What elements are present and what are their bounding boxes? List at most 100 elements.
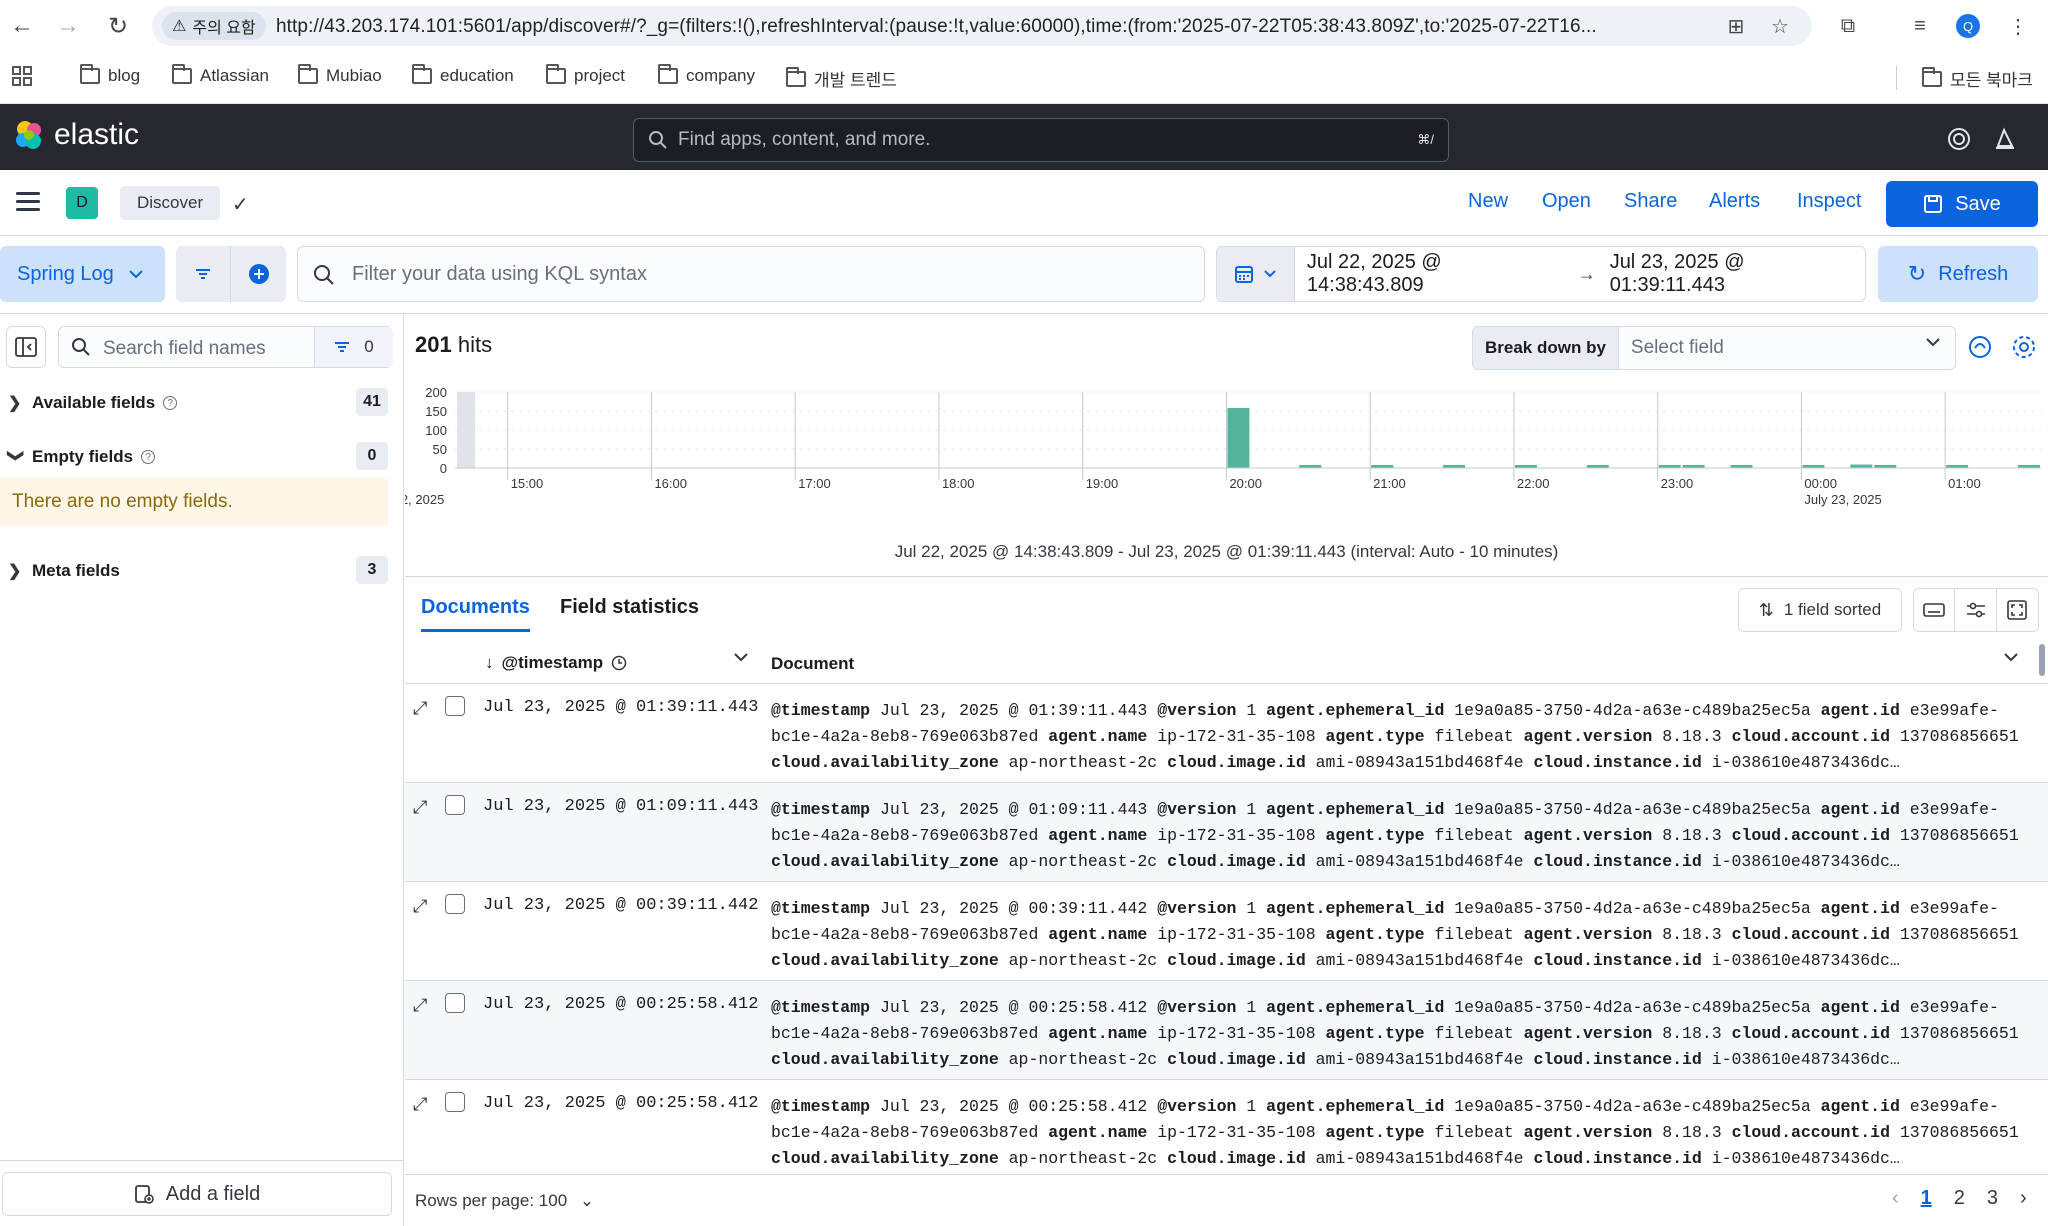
field-search-placeholder: Search field names (103, 338, 266, 359)
expand-document-icon[interactable]: ⤢ (413, 797, 427, 818)
histogram-chart[interactable]: 05010015020014:00July 22, 202515:0016:00… (405, 382, 2048, 542)
reload-icon[interactable]: ↻ (102, 10, 134, 42)
display-settings-icon[interactable] (1955, 589, 1997, 631)
row-document-summary: @timestamp Jul 23, 2025 @ 01:39:11.443 @… (771, 698, 2041, 778)
translate-icon[interactable]: ⊞ (1724, 14, 1748, 38)
bookmark-education[interactable]: education (412, 64, 514, 86)
chevron-down-icon[interactable] (2003, 652, 2019, 662)
security-warning-chip[interactable]: ⚠ 주의 요함 (162, 12, 266, 40)
expand-document-icon[interactable]: ⤢ (413, 995, 427, 1016)
field-key: cloud.image.id (1167, 852, 1306, 871)
newsfeed-icon[interactable] (1992, 126, 2018, 152)
add-filter-icon[interactable] (231, 246, 286, 302)
sort-fields-button[interactable]: ⇅ 1 field sorted (1738, 588, 1902, 632)
field-key: cloud.availability_zone (771, 951, 999, 970)
table-row[interactable]: ⤢ Jul 23, 2025 @ 01:39:11.443 @timestamp J… (405, 684, 2048, 783)
field-key: agent.id (1820, 998, 1900, 1017)
share-link[interactable]: Share (1624, 190, 1677, 213)
global-search-input[interactable]: Find apps, content, and more. ⌘/ (633, 118, 1449, 162)
row-checkbox[interactable] (445, 993, 465, 1013)
field-key: agent.version (1523, 826, 1653, 845)
address-bar[interactable]: ⚠ 주의 요함 http://43.203.174.101:5601/app/d… (152, 6, 1812, 46)
column-document-header[interactable]: Document (771, 654, 854, 674)
expand-document-icon[interactable]: ⤢ (413, 1094, 427, 1115)
table-row[interactable]: ⤢ Jul 23, 2025 @ 00:25:58.412 @timestamp J… (405, 981, 2048, 1080)
hits-counter: 201 hits (415, 332, 492, 358)
available-fields-toggle[interactable]: ❯ Available fields ? 41 (8, 388, 388, 418)
sort-label: 1 field sorted (1783, 600, 1882, 619)
space-avatar[interactable]: D (66, 187, 98, 219)
row-checkbox[interactable] (445, 795, 465, 815)
row-checkbox[interactable] (445, 696, 465, 716)
field-key: @version (1157, 800, 1237, 819)
scrollbar[interactable] (2039, 644, 2045, 676)
menu-toggle-icon[interactable] (16, 192, 40, 216)
table-row[interactable]: ⤢ Jul 23, 2025 @ 00:25:58.412 @timestamp J… (405, 1080, 2048, 1179)
all-bookmarks[interactable]: 모든 북마크 (1922, 66, 2033, 91)
x-tick-label: 20:00 (1229, 476, 1262, 491)
elastic-logo[interactable]: elastic (12, 118, 139, 152)
field-value: 137086856651 (1899, 727, 2019, 746)
forward-icon[interactable]: → (52, 10, 84, 42)
chevron-left-icon[interactable]: ‹ (1892, 1187, 1899, 1210)
field-value: 1 (1246, 701, 1257, 720)
profile-avatar[interactable]: Q (1956, 14, 1980, 38)
bookmark-company[interactable]: company (658, 64, 755, 86)
ai-assistant-icon[interactable] (1967, 334, 1993, 360)
collapse-sidebar-icon[interactable] (6, 326, 46, 368)
media-icon[interactable]: ≡ (1906, 12, 1934, 40)
bookmark-dev-trends[interactable]: 개발 트렌드 (786, 66, 897, 91)
column-timestamp-header[interactable]: ↓ @timestamp (485, 653, 627, 673)
row-checkbox[interactable] (445, 894, 465, 914)
add-field-button[interactable]: Add a field (2, 1172, 392, 1216)
back-icon[interactable]: ← (6, 10, 38, 42)
bookmark-project[interactable]: project (546, 64, 625, 86)
new-link[interactable]: New (1468, 190, 1508, 213)
keyboard-shortcuts-icon[interactable] (1914, 589, 1956, 631)
page-1[interactable]: 1 (1921, 1187, 1932, 1210)
field-search-input[interactable]: Search field names 0 (58, 326, 393, 368)
bookmark-blog[interactable]: blog (80, 64, 140, 86)
chevron-right-icon[interactable]: › (2020, 1187, 2027, 1210)
bookmark-mubiao[interactable]: Mubiao (298, 64, 382, 86)
tab-field-statistics[interactable]: Field statistics (560, 596, 699, 619)
open-link[interactable]: Open (1542, 190, 1591, 213)
expand-document-icon[interactable]: ⤢ (413, 698, 427, 719)
alerts-link[interactable]: Alerts (1709, 190, 1760, 213)
field-key: cloud.availability_zone (771, 1050, 999, 1069)
time-from[interactable]: Jul 22, 2025 @ 14:38:43.809 (1307, 251, 1564, 297)
rows-per-page-select[interactable]: Rows per page: 100 ⌄ (415, 1191, 594, 1211)
menu-dots-icon[interactable]: ⋮ (2004, 12, 2032, 40)
fullscreen-icon[interactable] (1997, 589, 2038, 631)
field-key: cloud.image.id (1167, 1050, 1306, 1069)
apps-grid-icon[interactable] (12, 66, 32, 86)
url-text[interactable]: http://43.203.174.101:5601/app/discover#… (276, 16, 1716, 38)
table-row[interactable]: ⤢ Jul 23, 2025 @ 00:39:11.442 @timestamp J… (405, 882, 2048, 981)
page-2[interactable]: 2 (1954, 1187, 1965, 1210)
help-icon[interactable] (1946, 126, 1972, 152)
refresh-button[interactable]: ↻ Refresh (1878, 246, 2038, 302)
filter-options-icon[interactable] (176, 246, 231, 302)
extensions-icon[interactable]: ⧉ (1834, 12, 1862, 40)
field-type-filter-button[interactable]: 0 (314, 327, 393, 367)
expand-document-icon[interactable]: ⤢ (413, 896, 427, 917)
bookmark-star-icon[interactable]: ☆ (1768, 14, 1792, 38)
bookmark-atlassian[interactable]: Atlassian (172, 64, 269, 86)
empty-fields-toggle[interactable]: ❯ Empty fields ? 0 (7, 442, 388, 472)
quick-select-button[interactable] (1217, 247, 1295, 301)
meta-fields-toggle[interactable]: ❯ Meta fields 3 (8, 556, 388, 586)
tab-documents[interactable]: Documents (421, 596, 530, 632)
chart-settings-icon[interactable] (2011, 334, 2037, 360)
save-button[interactable]: Save (1886, 181, 2038, 227)
inspect-link[interactable]: Inspect (1797, 190, 1861, 213)
kql-query-input[interactable]: Filter your data using KQL syntax (297, 246, 1205, 302)
time-to[interactable]: Jul 23, 2025 @ 01:39:11.443 (1610, 251, 1865, 297)
row-checkbox[interactable] (445, 1092, 465, 1112)
table-row[interactable]: ⤢ Jul 23, 2025 @ 01:09:11.443 @timestamp J… (405, 783, 2048, 882)
breakdown-select[interactable]: Break down by Select field (1472, 326, 1956, 370)
chevron-down-icon[interactable] (733, 652, 749, 662)
check-icon: ✓ (232, 194, 249, 216)
breadcrumb-discover[interactable]: Discover (120, 186, 221, 220)
data-view-picker[interactable]: Spring Log (0, 246, 165, 302)
page-3[interactable]: 3 (1987, 1187, 1998, 1210)
